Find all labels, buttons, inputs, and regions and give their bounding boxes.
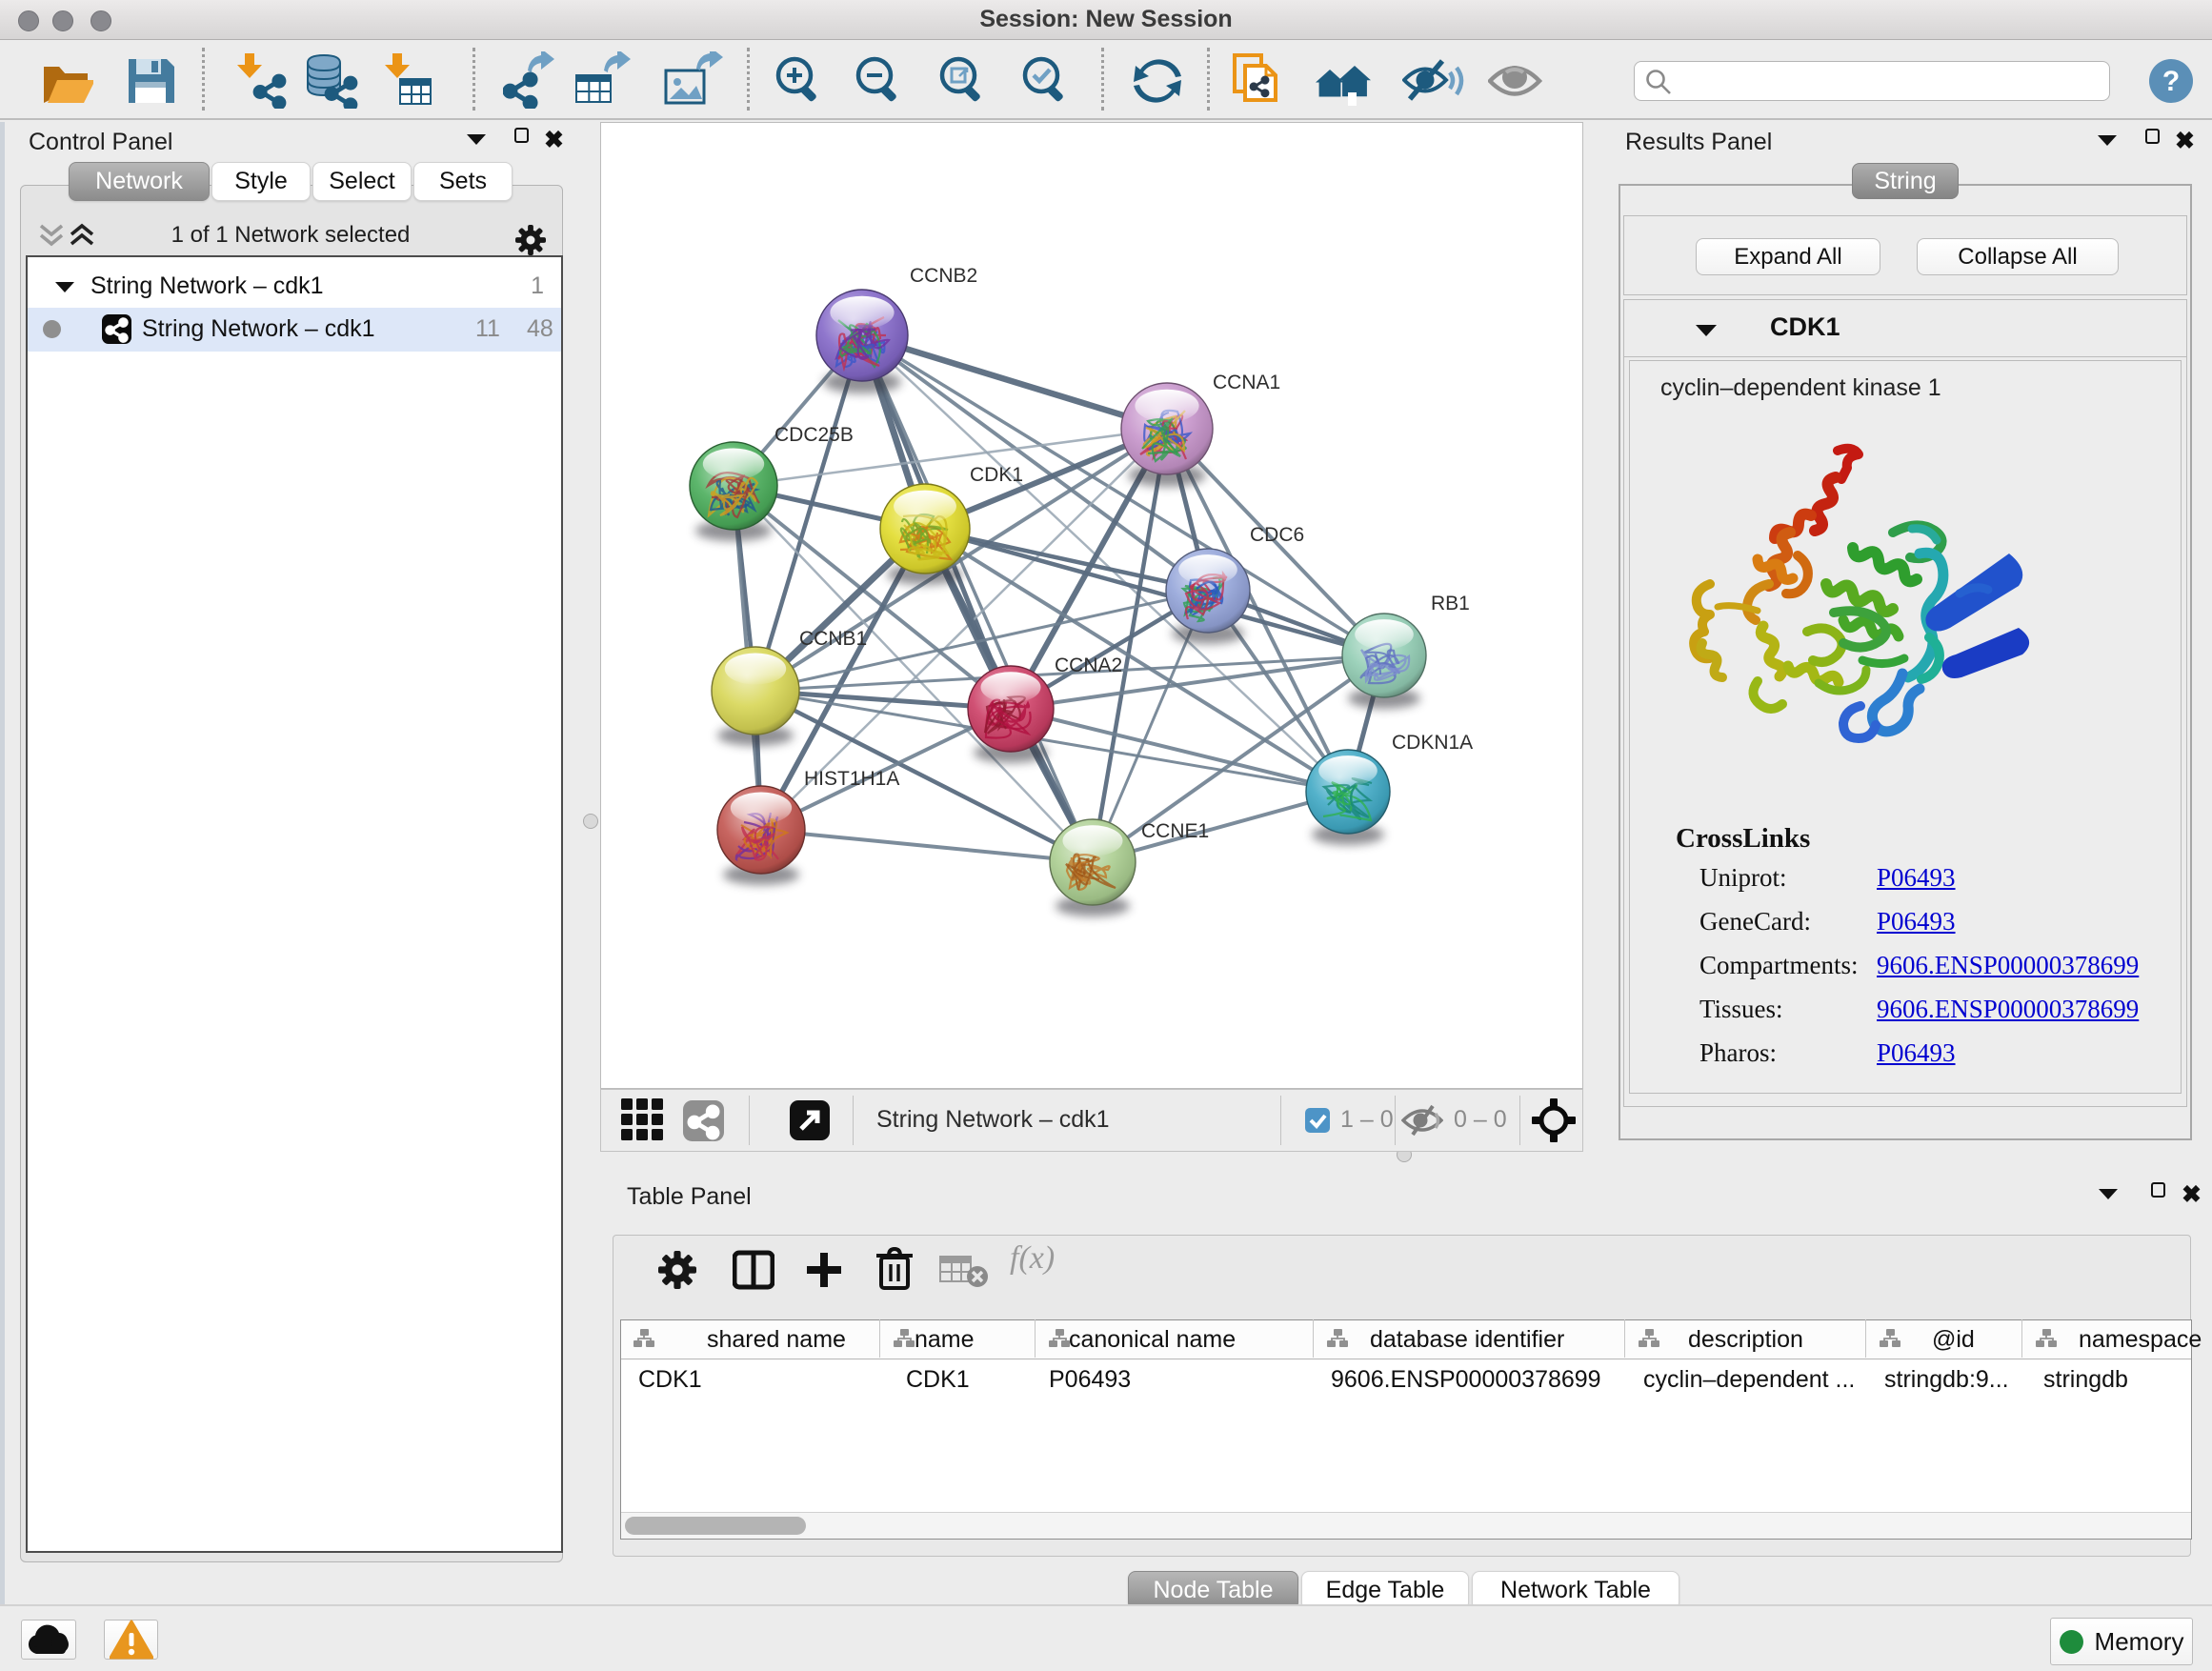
svg-text:CDKN1A: CDKN1A bbox=[1392, 732, 1473, 754]
svg-text:CCNA2: CCNA2 bbox=[1055, 654, 1122, 676]
svg-text:CDC25B: CDC25B bbox=[774, 424, 854, 446]
svg-text:CDC6: CDC6 bbox=[1250, 524, 1304, 546]
svg-text:?: ? bbox=[2162, 66, 2180, 97]
svg-text:CCNE1: CCNE1 bbox=[1141, 820, 1209, 842]
svg-text:HIST1H1A: HIST1H1A bbox=[804, 768, 899, 790]
svg-text:CCNB1: CCNB1 bbox=[799, 628, 867, 650]
svg-text:CCNB2: CCNB2 bbox=[910, 265, 977, 287]
svg-text:RB1: RB1 bbox=[1431, 593, 1470, 614]
svg-text:CDK1: CDK1 bbox=[970, 464, 1023, 486]
svg-text:CCNA1: CCNA1 bbox=[1213, 372, 1280, 393]
